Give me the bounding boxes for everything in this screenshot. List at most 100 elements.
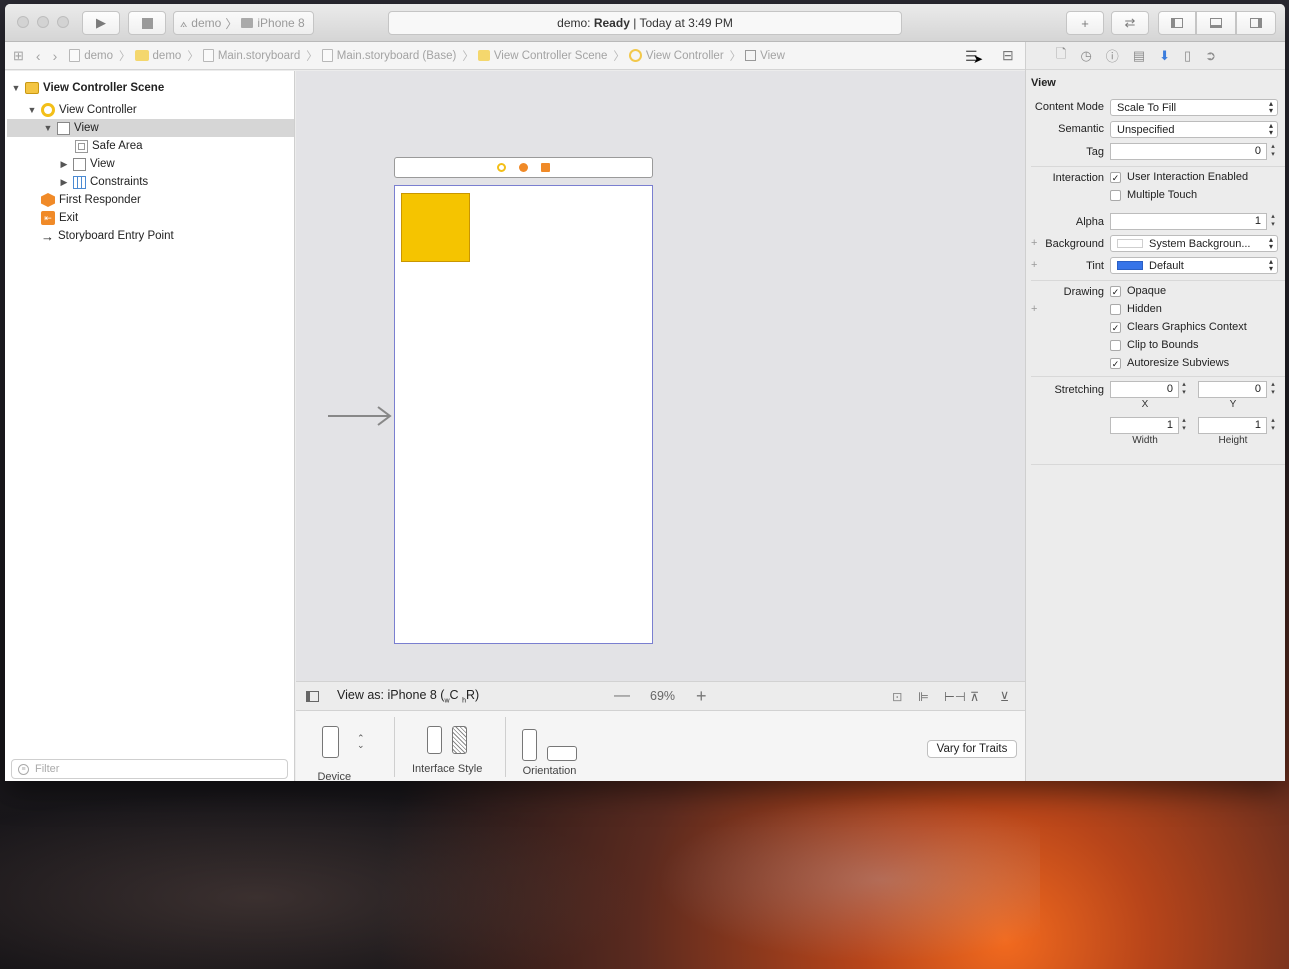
- alpha-stepper[interactable]: ▴ ▾: [1269, 213, 1277, 230]
- opaque-checkbox[interactable]: ✓ Opaque: [1110, 285, 1166, 297]
- disclosure-closed-icon[interactable]: ▶: [59, 177, 69, 188]
- add-variation-icon[interactable]: +: [1031, 237, 1037, 249]
- resolve-issues-icon[interactable]: ⊼: [970, 689, 979, 704]
- view-controller-dock-icon[interactable]: [497, 163, 506, 172]
- breadcrumb-storyboard[interactable]: Main.storyboard 〉: [202, 48, 318, 64]
- outline-item-scene[interactable]: ▼ View Controller Scene: [11, 79, 164, 97]
- stretching-width-stepper[interactable]: ▴ ▾: [1180, 417, 1188, 434]
- view-controller-icon: [628, 49, 642, 62]
- device-selector[interactable]: ⌃ ⌄ Device: [317, 717, 365, 781]
- entry-point-arrow[interactable]: [326, 406, 394, 426]
- tint-swatch: [1117, 261, 1143, 270]
- tag-field[interactable]: 0: [1110, 143, 1267, 160]
- breadcrumb-folder[interactable]: demo 〉: [134, 48, 199, 64]
- stretching-y-field[interactable]: 0: [1198, 381, 1267, 398]
- clears-graphics-context-checkbox[interactable]: ✓ Clears Graphics Context: [1110, 321, 1247, 333]
- toggle-debug-area-button[interactable]: [1196, 11, 1236, 35]
- outline-item-view-controller[interactable]: ▼ View Controller: [27, 101, 137, 119]
- iphone-device-icon[interactable]: [322, 726, 339, 758]
- breadcrumb-view[interactable]: View: [745, 50, 785, 62]
- breadcrumb-storyboard-base[interactable]: Main.storyboard (Base) 〉: [321, 48, 474, 64]
- autoresize-subviews-checkbox[interactable]: ✓ Autoresize Subviews: [1110, 357, 1229, 369]
- add-variation-icon[interactable]: +: [1031, 259, 1037, 271]
- toggle-navigator-button[interactable]: [1158, 11, 1196, 35]
- minimize-window-button[interactable]: [37, 16, 49, 28]
- outline-item-exit[interactable]: ⇤ Exit: [41, 209, 78, 227]
- outline-item-view-selected[interactable]: ▼ View: [7, 119, 294, 137]
- size-inspector-icon[interactable]: ▯: [1184, 48, 1191, 64]
- disclosure-closed-icon[interactable]: ▶: [59, 159, 69, 170]
- close-window-button[interactable]: [17, 16, 29, 28]
- file-inspector-icon[interactable]: 🗋: [1056, 45, 1066, 67]
- tag-stepper[interactable]: ▴ ▾: [1269, 143, 1277, 160]
- outline-item-constraints[interactable]: ▶ Constraints: [59, 173, 148, 191]
- disclosure-open-icon[interactable]: ▼: [11, 83, 21, 93]
- scene-dock[interactable]: [394, 157, 653, 178]
- attributes-inspector-icon[interactable]: ⬇: [1159, 48, 1170, 64]
- zoom-window-button[interactable]: [57, 16, 69, 28]
- semantic-popup[interactable]: Unspecified ▴ ▾: [1110, 121, 1278, 138]
- back-arrow-icon[interactable]: ‹: [36, 48, 41, 64]
- vary-for-traits-button[interactable]: Vary for Traits: [927, 740, 1017, 758]
- related-items-icon[interactable]: ⊞: [13, 48, 24, 64]
- outline-item-subview[interactable]: ▶ View: [59, 155, 115, 173]
- breadcrumb-scene[interactable]: View Controller Scene 〉: [477, 48, 625, 64]
- portrait-icon[interactable]: [522, 729, 537, 761]
- storyboard-canvas[interactable]: [296, 71, 1025, 681]
- toggle-inspector-button[interactable]: [1236, 11, 1276, 35]
- view-controller-view[interactable]: [394, 185, 653, 644]
- zoom-in-button[interactable]: +: [696, 686, 707, 707]
- dark-style-icon[interactable]: [452, 726, 468, 754]
- tint-color-popup[interactable]: Default ▴ ▾: [1110, 257, 1278, 274]
- exit-dock-icon[interactable]: [541, 163, 550, 172]
- outline-item-first-responder[interactable]: First Responder: [41, 191, 141, 209]
- plus-icon: +: [1081, 15, 1089, 31]
- add-variation-icon[interactable]: +: [1031, 303, 1037, 315]
- breadcrumb-project[interactable]: demo 〉: [69, 48, 131, 64]
- stretching-height-stepper[interactable]: ▴ ▾: [1269, 417, 1277, 434]
- connections-inspector-icon[interactable]: ➲: [1205, 48, 1216, 64]
- history-inspector-icon[interactable]: ◷: [1080, 48, 1091, 64]
- embed-in-icon[interactable]: ⊻: [1000, 689, 1009, 704]
- multiple-touch-checkbox[interactable]: Multiple Touch: [1110, 189, 1197, 201]
- code-review-button[interactable]: ⇄: [1111, 11, 1149, 35]
- stepper-icon[interactable]: ⌃ ⌄: [357, 734, 365, 750]
- quick-help-icon[interactable]: ⓘ: [1106, 46, 1119, 65]
- forward-arrow-icon[interactable]: ›: [53, 48, 58, 64]
- outline-item-entry-point[interactable]: → Storyboard Entry Point: [41, 227, 174, 245]
- clip-to-bounds-checkbox[interactable]: Clip to Bounds: [1110, 339, 1199, 351]
- hidden-checkbox[interactable]: Hidden: [1110, 303, 1162, 315]
- y-label: Y: [1229, 399, 1237, 410]
- outline-item-safe-area[interactable]: Safe Area: [75, 137, 143, 155]
- stop-button[interactable]: [128, 11, 166, 35]
- scheme-selector[interactable]: ⟑ demo 〉 iPhone 8: [173, 11, 314, 35]
- checkmark-icon: ✓: [1110, 357, 1121, 369]
- filter-field[interactable]: ≡ Filter: [11, 759, 288, 779]
- filter-icon: ≡: [18, 763, 29, 775]
- add-constraints-icon[interactable]: ⊢⊣: [944, 689, 966, 704]
- stretching-width-field[interactable]: 1: [1110, 417, 1179, 434]
- disclosure-open-icon[interactable]: ▼: [27, 105, 37, 115]
- stretching-height-field[interactable]: 1: [1198, 417, 1267, 434]
- alpha-field[interactable]: 1: [1110, 213, 1267, 230]
- yellow-subview[interactable]: [401, 193, 470, 262]
- background-color-popup[interactable]: System Backgroun... ▴ ▾: [1110, 235, 1278, 252]
- stretching-x-stepper[interactable]: ▴ ▾: [1180, 381, 1188, 398]
- content-mode-popup[interactable]: Scale To Fill ▴ ▾: [1110, 99, 1278, 116]
- align-icon[interactable]: ⊫: [918, 689, 929, 704]
- first-responder-dock-icon[interactable]: [519, 163, 528, 172]
- landscape-icon[interactable]: [547, 746, 577, 761]
- library-button[interactable]: +: [1066, 11, 1104, 35]
- identity-inspector-icon[interactable]: ▤: [1133, 48, 1145, 64]
- breadcrumb-view-controller[interactable]: View Controller 〉: [628, 48, 741, 64]
- stretching-x-field[interactable]: 0: [1110, 381, 1179, 398]
- zoom-out-button[interactable]: —: [614, 687, 630, 705]
- toggle-outline-icon[interactable]: [306, 690, 319, 702]
- light-style-icon[interactable]: [427, 726, 443, 754]
- user-interaction-checkbox[interactable]: ✓ User Interaction Enabled: [1110, 171, 1248, 183]
- disclosure-open-icon[interactable]: ▼: [43, 123, 53, 133]
- run-button[interactable]: ▶: [82, 11, 120, 35]
- stretching-y-stepper[interactable]: ▴ ▾: [1269, 381, 1277, 398]
- add-editor-icon[interactable]: ⊟: [1002, 47, 1014, 64]
- update-frames-icon[interactable]: ⊡: [892, 689, 902, 704]
